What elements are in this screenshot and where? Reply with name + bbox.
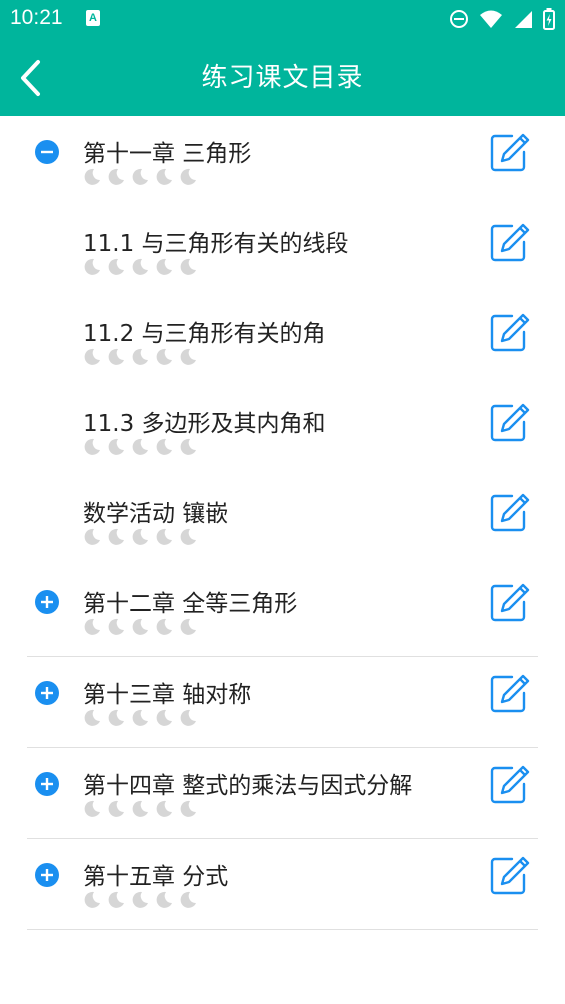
chapter-row[interactable]: 第十五章 分式 bbox=[27, 839, 538, 930]
moon-icon bbox=[84, 438, 100, 455]
app-bar: 练习课文目录 bbox=[0, 40, 565, 116]
expand-plus-icon[interactable] bbox=[35, 863, 59, 887]
moon-icon bbox=[180, 891, 196, 908]
do-not-disturb-icon bbox=[450, 10, 468, 28]
item-title: 11.3 多边形及其内角和 bbox=[83, 411, 326, 437]
edit-icon[interactable] bbox=[490, 764, 530, 804]
status-bar: 10:21 A bbox=[0, 0, 565, 40]
moon-icon bbox=[132, 528, 148, 545]
chapter-row[interactable]: 第十三章 轴对称 bbox=[27, 657, 538, 748]
status-icons bbox=[449, 8, 555, 30]
moon-icon bbox=[156, 528, 172, 545]
edit-icon[interactable] bbox=[490, 582, 530, 622]
section-row[interactable]: 11.1 与三角形有关的线段 bbox=[27, 206, 538, 296]
moon-icon bbox=[180, 348, 196, 365]
lesson-list: 第十一章 三角形 11.1 与三角形有关的线段 11.2 与三角形有关的角 11.3 … bbox=[0, 116, 565, 930]
moon-icon bbox=[156, 438, 172, 455]
item-title: 第十四章 整式的乘法与因式分解 bbox=[83, 773, 413, 799]
edit-icon[interactable] bbox=[490, 855, 530, 895]
edit-icon[interactable] bbox=[490, 132, 530, 172]
progress-moons bbox=[83, 438, 197, 456]
moon-icon bbox=[132, 618, 148, 635]
moon-icon bbox=[132, 258, 148, 275]
moon-icon bbox=[108, 168, 124, 185]
chapter-row[interactable]: 第十一章 三角形 bbox=[27, 116, 538, 206]
item-title: 数学活动 镶嵌 bbox=[83, 501, 229, 527]
moon-icon bbox=[156, 800, 172, 817]
progress-moons bbox=[83, 709, 197, 727]
moon-icon bbox=[84, 709, 100, 726]
wifi-icon bbox=[480, 10, 502, 28]
moon-icon bbox=[180, 258, 196, 275]
moon-icon bbox=[180, 618, 196, 635]
moon-icon bbox=[108, 258, 124, 275]
item-title: 第十二章 全等三角形 bbox=[83, 591, 298, 617]
moon-icon bbox=[132, 348, 148, 365]
progress-moons bbox=[83, 618, 197, 636]
status-time: 10:21 bbox=[10, 6, 63, 29]
moon-icon bbox=[180, 800, 196, 817]
moon-icon bbox=[156, 348, 172, 365]
chapter-row[interactable]: 第十四章 整式的乘法与因式分解 bbox=[27, 748, 538, 839]
item-title: 11.1 与三角形有关的线段 bbox=[83, 231, 349, 257]
collapse-minus-icon[interactable] bbox=[35, 140, 59, 164]
moon-icon bbox=[84, 800, 100, 817]
moon-icon bbox=[156, 618, 172, 635]
expand-plus-icon[interactable] bbox=[35, 772, 59, 796]
edit-icon[interactable] bbox=[490, 673, 530, 713]
moon-icon bbox=[84, 348, 100, 365]
moon-icon bbox=[108, 800, 124, 817]
moon-icon bbox=[132, 168, 148, 185]
moon-icon bbox=[156, 709, 172, 726]
item-title: 第十三章 轴对称 bbox=[83, 682, 252, 708]
progress-moons bbox=[83, 168, 197, 186]
section-row[interactable]: 数学活动 镶嵌 bbox=[27, 476, 538, 566]
item-title: 第十一章 三角形 bbox=[83, 141, 252, 167]
moon-icon bbox=[156, 891, 172, 908]
section-row[interactable]: 11.3 多边形及其内角和 bbox=[27, 386, 538, 476]
edit-icon[interactable] bbox=[490, 222, 530, 262]
moon-icon bbox=[132, 891, 148, 908]
moon-icon bbox=[108, 438, 124, 455]
moon-icon bbox=[180, 438, 196, 455]
moon-icon bbox=[84, 168, 100, 185]
moon-icon bbox=[84, 891, 100, 908]
moon-icon bbox=[108, 891, 124, 908]
progress-moons bbox=[83, 800, 197, 818]
chevron-left-icon bbox=[21, 60, 40, 96]
progress-moons bbox=[83, 528, 197, 546]
page-title: 练习课文目录 bbox=[201, 63, 364, 93]
item-title: 11.2 与三角形有关的角 bbox=[83, 321, 326, 347]
moon-icon bbox=[84, 618, 100, 635]
signal-icon bbox=[515, 11, 532, 28]
moon-icon bbox=[84, 258, 100, 275]
section-row[interactable]: 11.2 与三角形有关的角 bbox=[27, 296, 538, 386]
moon-icon bbox=[132, 438, 148, 455]
battery-icon bbox=[543, 8, 555, 30]
progress-moons bbox=[83, 891, 197, 909]
edit-icon[interactable] bbox=[490, 492, 530, 532]
moon-icon bbox=[180, 709, 196, 726]
edit-icon[interactable] bbox=[490, 312, 530, 352]
moon-icon bbox=[108, 618, 124, 635]
back-button[interactable] bbox=[8, 52, 52, 104]
progress-moons bbox=[83, 348, 197, 366]
expand-plus-icon[interactable] bbox=[35, 590, 59, 614]
moon-icon bbox=[108, 348, 124, 365]
item-title: 第十五章 分式 bbox=[83, 864, 229, 890]
moon-icon bbox=[108, 528, 124, 545]
expand-plus-icon[interactable] bbox=[35, 681, 59, 705]
moon-icon bbox=[156, 168, 172, 185]
progress-moons bbox=[83, 258, 197, 276]
moon-icon bbox=[108, 709, 124, 726]
moon-icon bbox=[180, 168, 196, 185]
moon-icon bbox=[84, 528, 100, 545]
notification-a-icon: A bbox=[86, 10, 100, 26]
moon-icon bbox=[132, 800, 148, 817]
moon-icon bbox=[132, 709, 148, 726]
chapter-row[interactable]: 第十二章 全等三角形 bbox=[27, 566, 538, 657]
moon-icon bbox=[180, 528, 196, 545]
moon-icon bbox=[156, 258, 172, 275]
edit-icon[interactable] bbox=[490, 402, 530, 442]
